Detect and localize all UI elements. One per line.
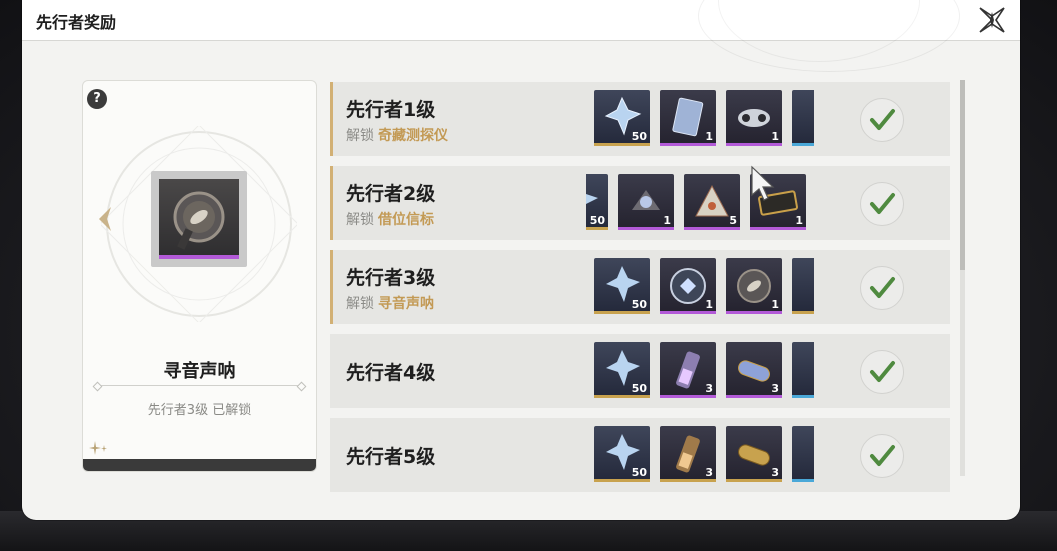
reward-vial[interactable]: 3 [660,342,716,398]
unlock-text: 解锁 寻音声呐 [346,296,434,312]
divider [97,385,302,386]
mouse-cursor-icon [751,165,775,201]
reward-partial[interactable] [792,258,814,314]
level-title: 先行者1级 [346,99,436,121]
capsule-icon [738,360,770,382]
sonar-disk-icon [670,268,706,304]
panel-header: 先行者奖励 [22,0,1020,72]
row-accent [330,82,333,156]
help-icon[interactable]: ? [87,89,107,109]
reward-sonar-disk[interactable]: 1 [660,258,716,314]
reward-crystal[interactable]: 50 [594,426,650,482]
card-bottom-bar [83,459,316,471]
drone-icon [738,109,770,127]
unlock-text: 解锁 借位信标 [346,212,434,228]
featured-item-status: 先行者3级 已解锁 [147,403,252,418]
previous-arrow-button[interactable] [95,205,113,233]
close-star-icon [979,7,1005,33]
reward-list: 50 1 1 [594,258,814,318]
vial-icon [676,435,700,473]
reward-partial[interactable] [792,90,814,146]
featured-item-slot [151,171,247,267]
sparkle-icon [89,441,107,455]
reward-vial[interactable]: 3 [660,426,716,482]
reward-drone[interactable]: 1 [726,90,782,146]
sonar-device-icon [159,179,239,259]
level-row-2: 先行者2级 解锁 借位信标 50 1 5 1 [330,166,950,240]
beacon-icon [632,190,660,210]
reward-sonar-device[interactable]: 1 [726,258,782,314]
level-title: 先行者4级 [346,362,436,384]
claimed-check-icon [860,350,904,394]
level-title: 先行者3级 [346,267,436,289]
reward-partial[interactable] [792,342,814,398]
level-row-5: 先行者5级 50 3 3 [330,418,950,492]
reward-card[interactable]: 1 [660,90,716,146]
close-button[interactable] [976,4,1008,36]
level-row-1: 先行者1级 解锁 奇藏测探仪 50 1 1 [330,82,950,156]
reward-crystal[interactable]: 50 [594,258,650,314]
reward-capsule[interactable]: 3 [726,342,782,398]
chip-icon [695,184,729,217]
row-accent [330,166,333,240]
claimed-check-icon [860,182,904,226]
claimed-check-icon [860,434,904,478]
panel-title: 先行者奖励 [36,13,117,32]
reward-crystal[interactable]: 50 [594,342,650,398]
unlock-text: 解锁 奇藏测探仪 [346,128,448,144]
rewards-panel: 先行者奖励 ? 寻音声呐 先行者3级 已解锁 先行者1级 解锁 奇藏测探仪 50… [22,0,1020,520]
reward-list: 50 3 3 [594,342,814,402]
row-accent [330,250,333,324]
claimed-check-icon [860,98,904,142]
sonar-device-icon [737,269,771,303]
level-title: 先行者2级 [346,183,436,205]
reward-chip[interactable]: 5 [684,174,740,230]
reward-beacon[interactable]: 1 [618,174,674,230]
scrollbar[interactable] [960,80,965,476]
level-title: 先行者5级 [346,446,436,468]
vial-icon [676,351,700,389]
card-icon [672,97,704,137]
capsule-icon [738,444,770,466]
reward-partial[interactable] [792,426,814,482]
reward-crystal[interactable]: 50 [594,90,650,146]
level-row-3: 先行者3级 解锁 寻音声呐 50 1 1 [330,250,950,324]
unlock-preview-card: ? 寻音声呐 先行者3级 已解锁 [82,80,317,472]
reward-crystal[interactable]: 50 [586,174,608,230]
claimed-check-icon [860,266,904,310]
level-row-4: 先行者4级 50 3 3 [330,334,950,408]
reward-capsule[interactable]: 3 [726,426,782,482]
chevron-left-icon [99,207,111,231]
reward-list: 50 1 1 [594,90,814,150]
featured-item-name: 寻音声呐 [163,361,236,382]
scrollbar-thumb[interactable] [960,80,965,270]
reward-list: 50 3 3 [594,426,814,486]
